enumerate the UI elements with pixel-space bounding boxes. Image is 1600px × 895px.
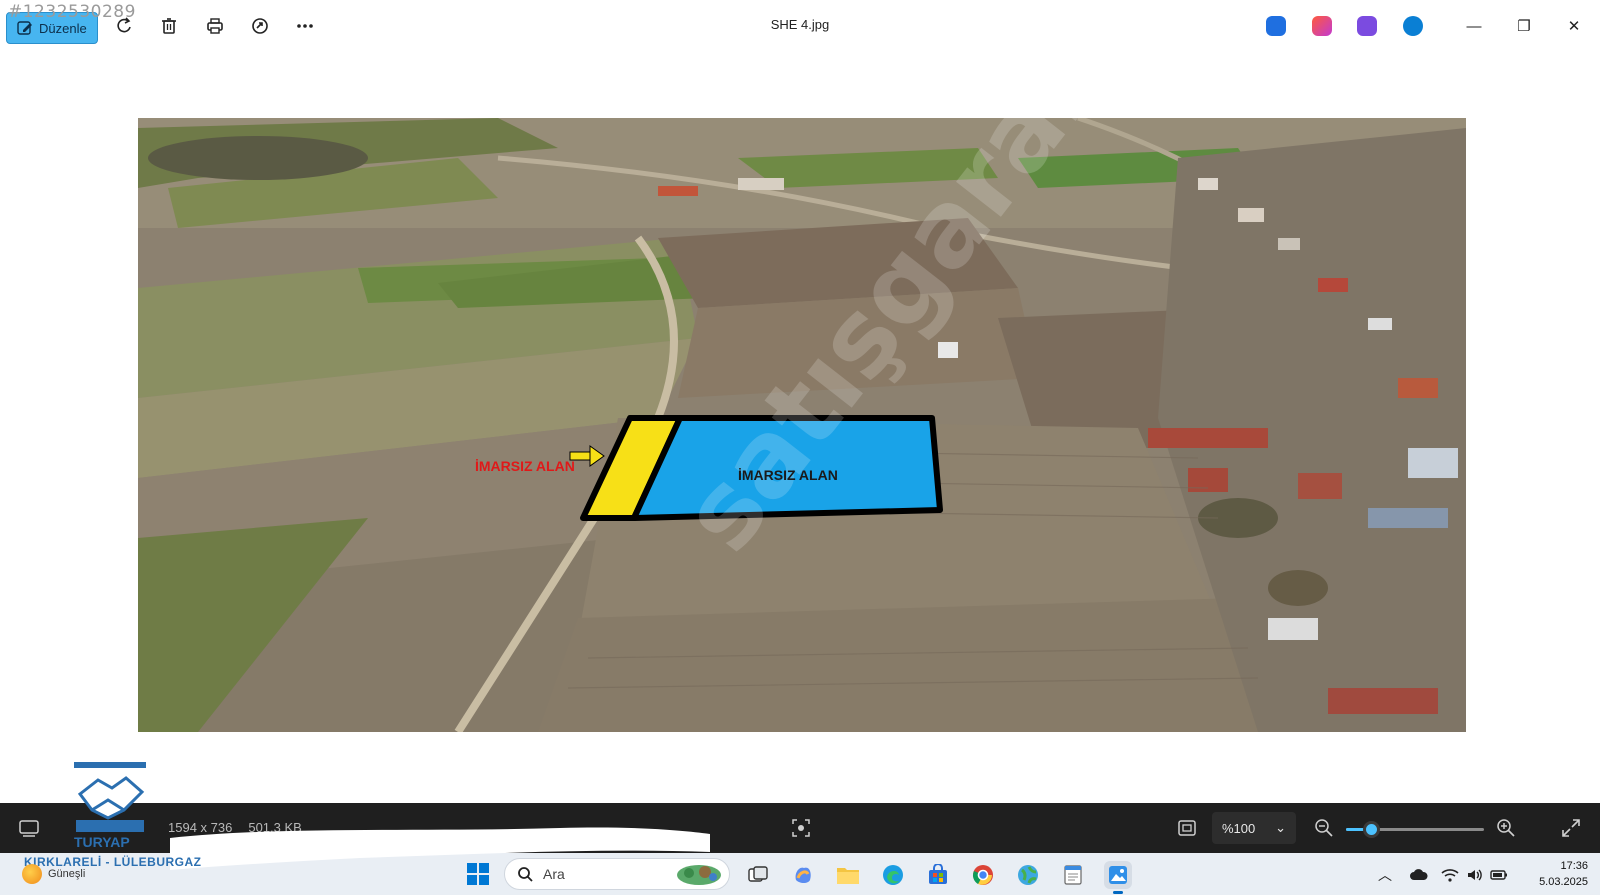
search-icon <box>518 867 533 882</box>
close-icon: ✕ <box>1567 18 1581 35</box>
search-highlight-art <box>677 865 721 885</box>
volume-icon[interactable] <box>1466 866 1484 884</box>
zoom-slider[interactable] <box>1346 821 1484 838</box>
chevron-down-icon: ⌄ <box>1275 820 1286 835</box>
zoom-out-icon[interactable] <box>1313 817 1335 839</box>
visual-search-icon[interactable] <box>790 817 812 839</box>
photos-app-button[interactable] <box>1104 861 1132 894</box>
folder-icon <box>837 868 859 884</box>
annotation-left-label: İMARSIZ ALAN <box>475 458 575 474</box>
notepad-app-button[interactable] <box>1059 861 1087 889</box>
app-icon-2[interactable] <box>1312 16 1332 36</box>
close-button[interactable]: ✕ <box>1562 14 1586 38</box>
restore-button[interactable]: ❐ <box>1512 14 1536 38</box>
clock-time: 17:36 <box>1560 860 1588 872</box>
chrome-button[interactable] <box>969 861 997 889</box>
restore-icon: ❐ <box>1517 18 1531 35</box>
search-placeholder: Ara <box>543 866 565 882</box>
fit-to-window-icon[interactable] <box>1176 817 1198 839</box>
tray-overflow-icon[interactable]: ︿ <box>1376 866 1394 884</box>
zoom-slider-thumb[interactable] <box>1362 821 1380 838</box>
taskbar-search[interactable]: Ara <box>504 858 730 890</box>
fullscreen-icon[interactable] <box>1560 817 1582 839</box>
app-icon-3[interactable] <box>1357 16 1377 36</box>
aerial-photo: satışgaranti.com <box>138 118 1466 732</box>
store-icon <box>929 864 947 884</box>
title-bar: Düzenle #1232530289 SHE 4.jpg — ❐ ✕ <box>0 0 1600 52</box>
clock-date: 5.03.2025 <box>1539 876 1588 888</box>
zoom-level-label: %100 <box>1222 820 1256 836</box>
weather-widget[interactable]: Güneşli <box>22 864 85 884</box>
battery-icon[interactable] <box>1490 866 1508 884</box>
edge-icon <box>883 865 903 885</box>
store-button[interactable] <box>924 861 952 889</box>
file-explorer-button[interactable] <box>834 861 862 889</box>
globe-icon <box>1018 865 1038 885</box>
annotation-center-label: İMARSIZ ALAN <box>738 467 838 483</box>
chrome-icon <box>973 865 993 885</box>
app-icon-4[interactable] <box>1403 16 1423 36</box>
edge-button[interactable] <box>879 861 907 889</box>
copilot-icon <box>795 867 811 883</box>
notepad-icon <box>1064 865 1082 885</box>
windows-start-icon[interactable] <box>466 862 490 886</box>
minimize-button[interactable]: — <box>1462 14 1486 38</box>
sun-icon <box>22 864 42 884</box>
minimize-icon: — <box>1466 17 1482 35</box>
task-view-icon <box>748 866 768 882</box>
wifi-icon[interactable] <box>1441 866 1459 884</box>
zoom-in-icon[interactable] <box>1495 817 1517 839</box>
globe-app-button[interactable] <box>1014 861 1042 889</box>
zoom-select[interactable]: %100 ⌄ <box>1212 812 1296 844</box>
copilot-button[interactable] <box>789 861 817 889</box>
weather-text: Güneşli <box>48 868 86 880</box>
app-icon-1[interactable] <box>1266 16 1286 36</box>
handshake-logo-icon <box>74 762 146 832</box>
cloud-icon[interactable] <box>1410 866 1428 884</box>
turyap-logo: TURYAP KIRKLARELİ - LÜLEBURGAZ <box>24 760 204 869</box>
taskbar-clock[interactable]: 17:36 5.03.2025 <box>1508 858 1588 890</box>
photos-icon <box>1109 866 1127 884</box>
task-view-button[interactable] <box>744 861 772 889</box>
logo-name: TURYAP <box>74 834 130 850</box>
